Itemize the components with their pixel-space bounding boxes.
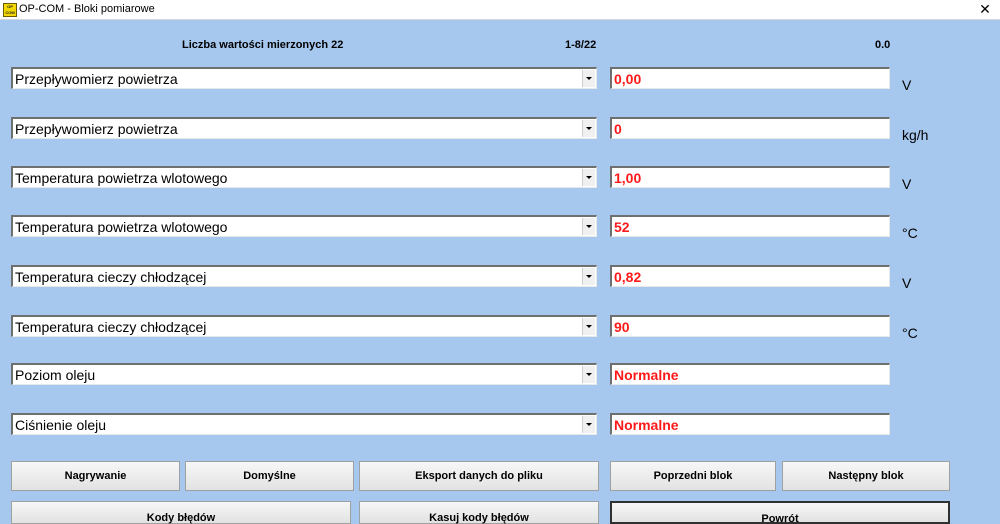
parameter-select[interactable]: Temperatura cieczy chłodzącej xyxy=(11,315,597,337)
block-range: 1-8/22 xyxy=(565,39,597,51)
parameter-select[interactable]: Temperatura powietrza wlotowego xyxy=(11,166,597,188)
clear-error-codes-button[interactable]: Kasuj kody błędów xyxy=(359,501,599,524)
value-text: 52 xyxy=(614,219,630,235)
unit-label: V xyxy=(902,275,912,291)
dropdown-arrow-icon[interactable] xyxy=(582,268,595,285)
value-field: 0 xyxy=(610,117,890,139)
unit-label: kg/h xyxy=(902,127,929,143)
next-block-button[interactable]: Następny blok xyxy=(782,461,950,491)
value-field: 0,00 xyxy=(610,67,890,89)
dropdown-arrow-icon[interactable] xyxy=(582,318,595,335)
parameter-select[interactable]: Temperatura cieczy chłodzącej xyxy=(11,265,597,287)
dropdown-arrow-icon[interactable] xyxy=(582,70,595,87)
unit-label: °C xyxy=(902,325,918,341)
title-bar: OP COM OP-COM - Bloki pomiarowe ✕ xyxy=(0,0,1000,20)
parameter-select[interactable]: Temperatura powietrza wlotowego xyxy=(11,215,597,237)
measurement-row: Temperatura powietrza wlotowego 52 °C xyxy=(0,215,1000,265)
defaults-button[interactable]: Domyślne xyxy=(185,461,354,491)
unit-label: V xyxy=(902,77,912,93)
measurement-row: Ciśnienie oleju Normalne xyxy=(0,413,1000,463)
value-field: Normalne xyxy=(610,413,890,435)
measured-values-count: Liczba wartości mierzonych 22 xyxy=(182,39,344,51)
measurement-row: Poziom oleju Normalne xyxy=(0,363,1000,413)
value-text: Normalne xyxy=(614,417,679,433)
value-field: 52 xyxy=(610,215,890,237)
measurement-row: Temperatura cieczy chłodzącej 90 °C xyxy=(0,315,1000,365)
parameter-label: Temperatura powietrza wlotowego xyxy=(15,170,228,186)
app-icon: OP COM xyxy=(3,3,17,17)
parameter-label: Przepływomierz powietrza xyxy=(15,71,178,87)
unit-label: °C xyxy=(902,225,918,241)
error-codes-button[interactable]: Kody błędów xyxy=(11,501,351,524)
elapsed-time: 0.0 xyxy=(875,39,891,51)
parameter-label: Poziom oleju xyxy=(15,367,96,383)
parameter-label: Temperatura cieczy chłodzącej xyxy=(15,269,207,285)
dropdown-arrow-icon[interactable] xyxy=(582,169,595,186)
dropdown-arrow-icon[interactable] xyxy=(582,366,595,383)
measurement-row: Przepływomierz powietrza 0 kg/h xyxy=(0,117,1000,167)
value-text: 0 xyxy=(614,121,622,137)
measurement-row: Temperatura powietrza wlotowego 1,00 V xyxy=(0,166,1000,216)
measurement-row: Temperatura cieczy chłodzącej 0,82 V xyxy=(0,265,1000,315)
export-button[interactable]: Eksport danych do pliku xyxy=(359,461,599,491)
value-text: 0,82 xyxy=(614,269,642,285)
parameter-label: Temperatura powietrza wlotowego xyxy=(15,219,228,235)
parameter-label: Ciśnienie oleju xyxy=(15,417,107,433)
window-title: OP-COM - Bloki pomiarowe xyxy=(19,3,155,15)
value-text: 90 xyxy=(614,319,630,335)
previous-block-button[interactable]: Poprzedni blok xyxy=(610,461,776,491)
back-button[interactable]: Powrót xyxy=(610,501,950,524)
close-button[interactable]: ✕ xyxy=(974,0,996,19)
record-button[interactable]: Nagrywanie xyxy=(11,461,180,491)
value-field: Normalne xyxy=(610,363,890,385)
value-text: 0,00 xyxy=(614,71,642,87)
value-field: 90 xyxy=(610,315,890,337)
value-field: 0,82 xyxy=(610,265,890,287)
parameter-label: Temperatura cieczy chłodzącej xyxy=(15,319,207,335)
unit-label: V xyxy=(902,176,912,192)
value-field: 1,00 xyxy=(610,166,890,188)
parameter-select[interactable]: Przepływomierz powietrza xyxy=(11,67,597,89)
dropdown-arrow-icon[interactable] xyxy=(582,120,595,137)
measurement-row: Przepływomierz powietrza 0,00 V xyxy=(0,67,1000,117)
dropdown-arrow-icon[interactable] xyxy=(582,218,595,235)
parameter-select[interactable]: Przepływomierz powietrza xyxy=(11,117,597,139)
dropdown-arrow-icon[interactable] xyxy=(582,416,595,433)
value-text: Normalne xyxy=(614,367,679,383)
parameter-select[interactable]: Poziom oleju xyxy=(11,363,597,385)
value-text: 1,00 xyxy=(614,170,642,186)
parameter-label: Przepływomierz powietrza xyxy=(15,121,178,137)
parameter-select[interactable]: Ciśnienie oleju xyxy=(11,413,597,435)
